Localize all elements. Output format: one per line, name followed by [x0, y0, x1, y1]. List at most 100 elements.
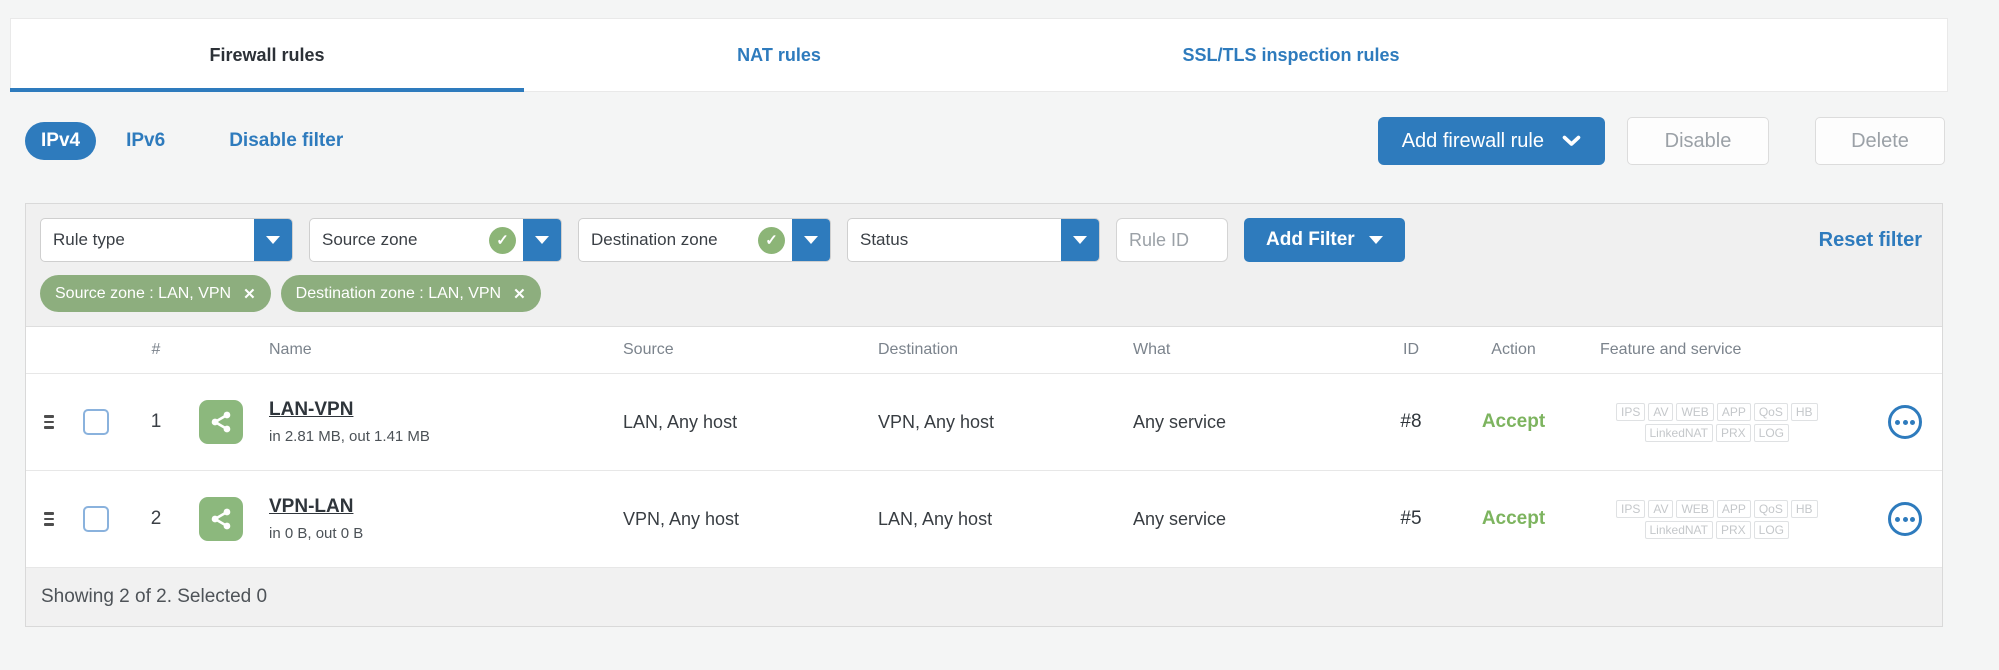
filter-tag-source-zone[interactable]: Source zone : LAN, VPN ✕	[40, 275, 271, 312]
rule-name-link[interactable]: VPN-LAN	[269, 496, 353, 517]
filter-tag-destination-zone[interactable]: Destination zone : LAN, VPN ✕	[280, 275, 541, 312]
select-label: Status	[860, 230, 909, 249]
feature-badge: APP	[1716, 402, 1751, 421]
rule-traffic: in 2.81 MB, out 1.41 MB	[269, 428, 430, 445]
drag-handle-icon[interactable]	[40, 508, 58, 530]
rule-action-status: Accept	[1481, 508, 1546, 529]
feature-badge: PRX	[1715, 520, 1751, 539]
header-id: ID	[1403, 341, 1419, 358]
toolbar-actions: Add firewall rule Disable Delete	[1377, 117, 1945, 165]
status-select[interactable]: Status	[847, 218, 1100, 262]
rule-name-link[interactable]: LAN-VPN	[269, 399, 353, 420]
feature-badges: IPS AV WEB APP QoS HB LinkedNAT PRX LOG	[1616, 499, 1818, 539]
delete-button[interactable]: Delete	[1815, 117, 1945, 165]
feature-badges: IPS AV WEB APP QoS HB LinkedNAT PRX LOG	[1616, 402, 1818, 442]
caret-down-icon	[1368, 236, 1383, 244]
row-number: 2	[150, 508, 162, 529]
rule-what: Any service	[1133, 411, 1227, 432]
feature-badge: LOG	[1753, 423, 1790, 442]
toolbar: IPv4 IPv6 Disable filter Add firewall ru…	[25, 117, 1945, 165]
share-icon	[199, 497, 243, 541]
add-filter-button[interactable]: Add Filter	[1244, 218, 1405, 262]
dropdown-arrow-icon[interactable]	[792, 219, 830, 261]
add-filter-label: Add Filter	[1266, 229, 1355, 250]
table-row: 2 VPN-LAN in 0 B, out 0 B VPN, Any host …	[26, 471, 1942, 568]
add-firewall-rule-button[interactable]: Add firewall rule	[1377, 117, 1605, 165]
drag-handle-icon[interactable]	[40, 411, 58, 433]
rule-traffic: in 0 B, out 0 B	[269, 525, 364, 542]
feature-badge: QoS	[1753, 402, 1788, 421]
check-icon: ✓	[758, 226, 785, 254]
tab-nat-rules[interactable]: NAT rules	[523, 19, 1035, 91]
destination-zone-select[interactable]: Destination zone ✓	[578, 218, 831, 262]
rule-what: Any service	[1133, 508, 1227, 529]
feature-badge: PRX	[1715, 423, 1751, 442]
rule-destination: VPN, Any host	[878, 411, 995, 432]
header-action: Action	[1491, 341, 1536, 358]
add-firewall-rule-label: Add firewall rule	[1401, 129, 1544, 152]
feature-badge: APP	[1716, 499, 1751, 518]
tab-label: SSL/TLS inspection rules	[1182, 44, 1400, 65]
feature-badge: LOG	[1753, 520, 1790, 539]
header-source: Source	[623, 341, 674, 358]
header-number: #	[151, 341, 161, 358]
feature-badge: WEB	[1676, 499, 1714, 518]
feature-badge: QoS	[1753, 499, 1788, 518]
ellipsis-menu-icon[interactable]	[1888, 502, 1922, 536]
rule-source: LAN, Any host	[623, 411, 738, 432]
firewall-rules-card: Rule type Source zone ✓ Destination zone…	[25, 203, 1943, 627]
share-icon	[199, 400, 243, 444]
active-filter-tags: Source zone : LAN, VPN ✕ Destination zon…	[40, 275, 1928, 312]
filter-panel: Rule type Source zone ✓ Destination zone…	[26, 204, 1942, 327]
filter-tag-label: Destination zone : LAN, VPN	[295, 284, 502, 302]
rule-action-status: Accept	[1481, 411, 1546, 432]
chevron-down-icon	[1562, 135, 1581, 146]
rule-source: VPN, Any host	[623, 508, 740, 529]
reset-filter-link[interactable]: Reset filter	[1819, 229, 1928, 252]
filter-row: Rule type Source zone ✓ Destination zone…	[40, 218, 1928, 262]
ipv6-toggle[interactable]: IPv6	[126, 130, 165, 152]
header-destination: Destination	[878, 341, 959, 358]
feature-badge: HB	[1790, 499, 1818, 518]
feature-badge: AV	[1648, 499, 1674, 518]
rule-type-tabbar: Firewall rules NAT rules SSL/TLS inspect…	[10, 18, 1948, 92]
feature-badge: WEB	[1676, 402, 1714, 421]
disable-button[interactable]: Disable	[1627, 117, 1769, 165]
row-checkbox[interactable]	[83, 409, 109, 435]
row-number: 1	[150, 411, 162, 432]
ellipsis-menu-icon[interactable]	[1888, 405, 1922, 439]
tab-label: Firewall rules	[209, 44, 325, 65]
rule-id: #8	[1400, 411, 1422, 432]
row-checkbox[interactable]	[83, 506, 109, 532]
select-label: Source zone	[322, 230, 418, 249]
select-label: Rule type	[53, 230, 125, 249]
disable-filter-link[interactable]: Disable filter	[229, 130, 343, 152]
check-icon: ✓	[489, 226, 516, 254]
dropdown-arrow-icon[interactable]	[1061, 219, 1099, 261]
feature-badge: AV	[1648, 402, 1674, 421]
filter-tag-label: Source zone : LAN, VPN	[55, 284, 232, 302]
feature-badge: IPS	[1616, 499, 1646, 518]
table-footer-status: Showing 2 of 2. Selected 0	[26, 568, 1942, 626]
dropdown-arrow-icon[interactable]	[254, 219, 292, 261]
select-label: Destination zone	[591, 230, 718, 249]
header-name: Name	[269, 341, 312, 358]
rule-id-input[interactable]	[1116, 218, 1228, 262]
dropdown-arrow-icon[interactable]	[523, 219, 561, 261]
feature-badge: LinkedNAT	[1644, 520, 1713, 539]
feature-badge: LinkedNAT	[1644, 423, 1713, 442]
source-zone-select[interactable]: Source zone ✓	[309, 218, 562, 262]
close-icon[interactable]: ✕	[243, 285, 256, 303]
rule-destination: LAN, Any host	[878, 508, 993, 529]
ipv4-toggle[interactable]: IPv4	[25, 122, 97, 160]
feature-badge: HB	[1790, 402, 1818, 421]
header-feature-and-service: Feature and service	[1600, 341, 1742, 358]
tab-ssl-tls-inspection-rules[interactable]: SSL/TLS inspection rules	[1035, 19, 1547, 91]
table-row: 1 LAN-VPN in 2.81 MB, out 1.41 MB LAN, A…	[26, 374, 1942, 471]
tab-firewall-rules[interactable]: Firewall rules	[10, 19, 524, 92]
showing-count-text: Showing 2 of 2. Selected 0	[41, 586, 268, 607]
header-what: What	[1133, 341, 1171, 358]
rule-id: #5	[1400, 508, 1422, 529]
close-icon[interactable]: ✕	[513, 285, 526, 303]
rule-type-select[interactable]: Rule type	[40, 218, 293, 262]
